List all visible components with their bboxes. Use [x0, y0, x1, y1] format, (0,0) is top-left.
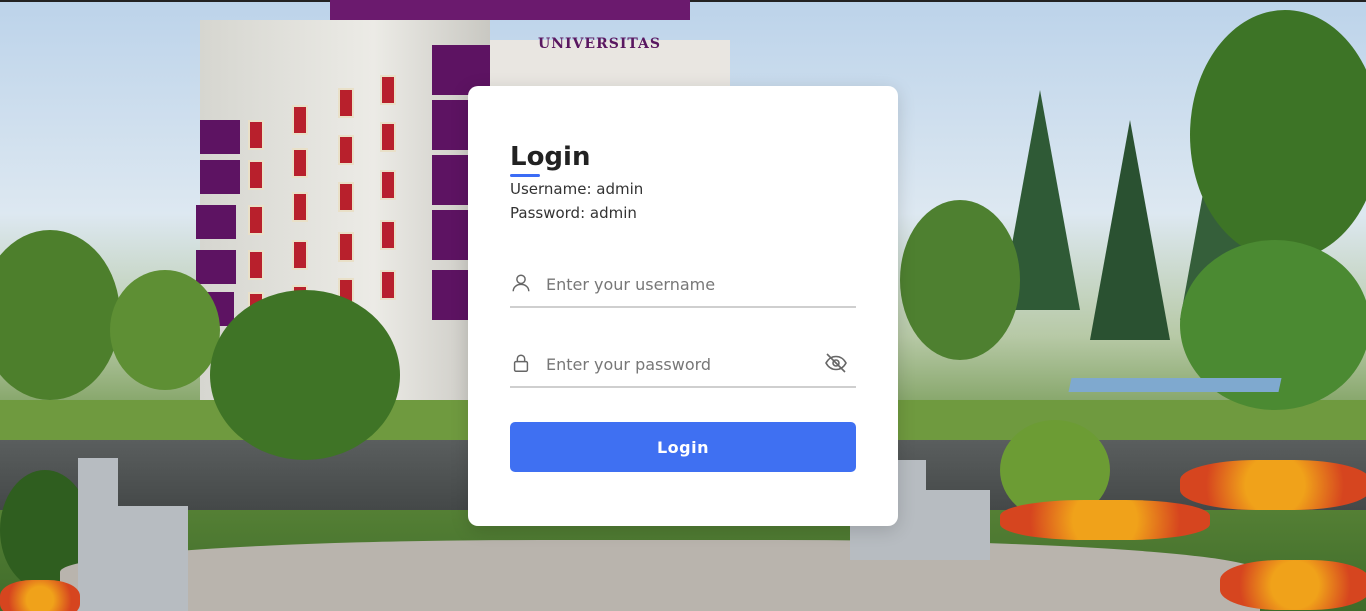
user-icon — [512, 274, 530, 292]
login-button[interactable]: Login — [510, 422, 856, 472]
tree — [1190, 10, 1366, 260]
tree — [900, 200, 1020, 360]
password-field — [510, 342, 856, 388]
lock-icon — [513, 354, 529, 372]
password-hint: Password: admin — [510, 204, 637, 222]
eye-off-icon[interactable] — [824, 352, 848, 374]
plaza — [60, 540, 1260, 611]
tree — [210, 290, 400, 460]
tree — [110, 270, 220, 390]
university-sign: UNIVERSITAS — [538, 36, 662, 52]
pine-tree — [1090, 120, 1170, 340]
username-field — [510, 262, 856, 308]
username-hint: Username: admin — [510, 180, 644, 198]
building-roof — [330, 0, 690, 20]
password-input[interactable] — [544, 348, 818, 380]
title-underline — [510, 174, 540, 177]
login-card: Login Username: admin Password: admin Lo… — [468, 86, 898, 526]
username-input[interactable] — [544, 268, 818, 300]
tree — [0, 230, 120, 400]
canopy-shelter — [1068, 378, 1282, 392]
login-title: Login — [510, 142, 591, 172]
